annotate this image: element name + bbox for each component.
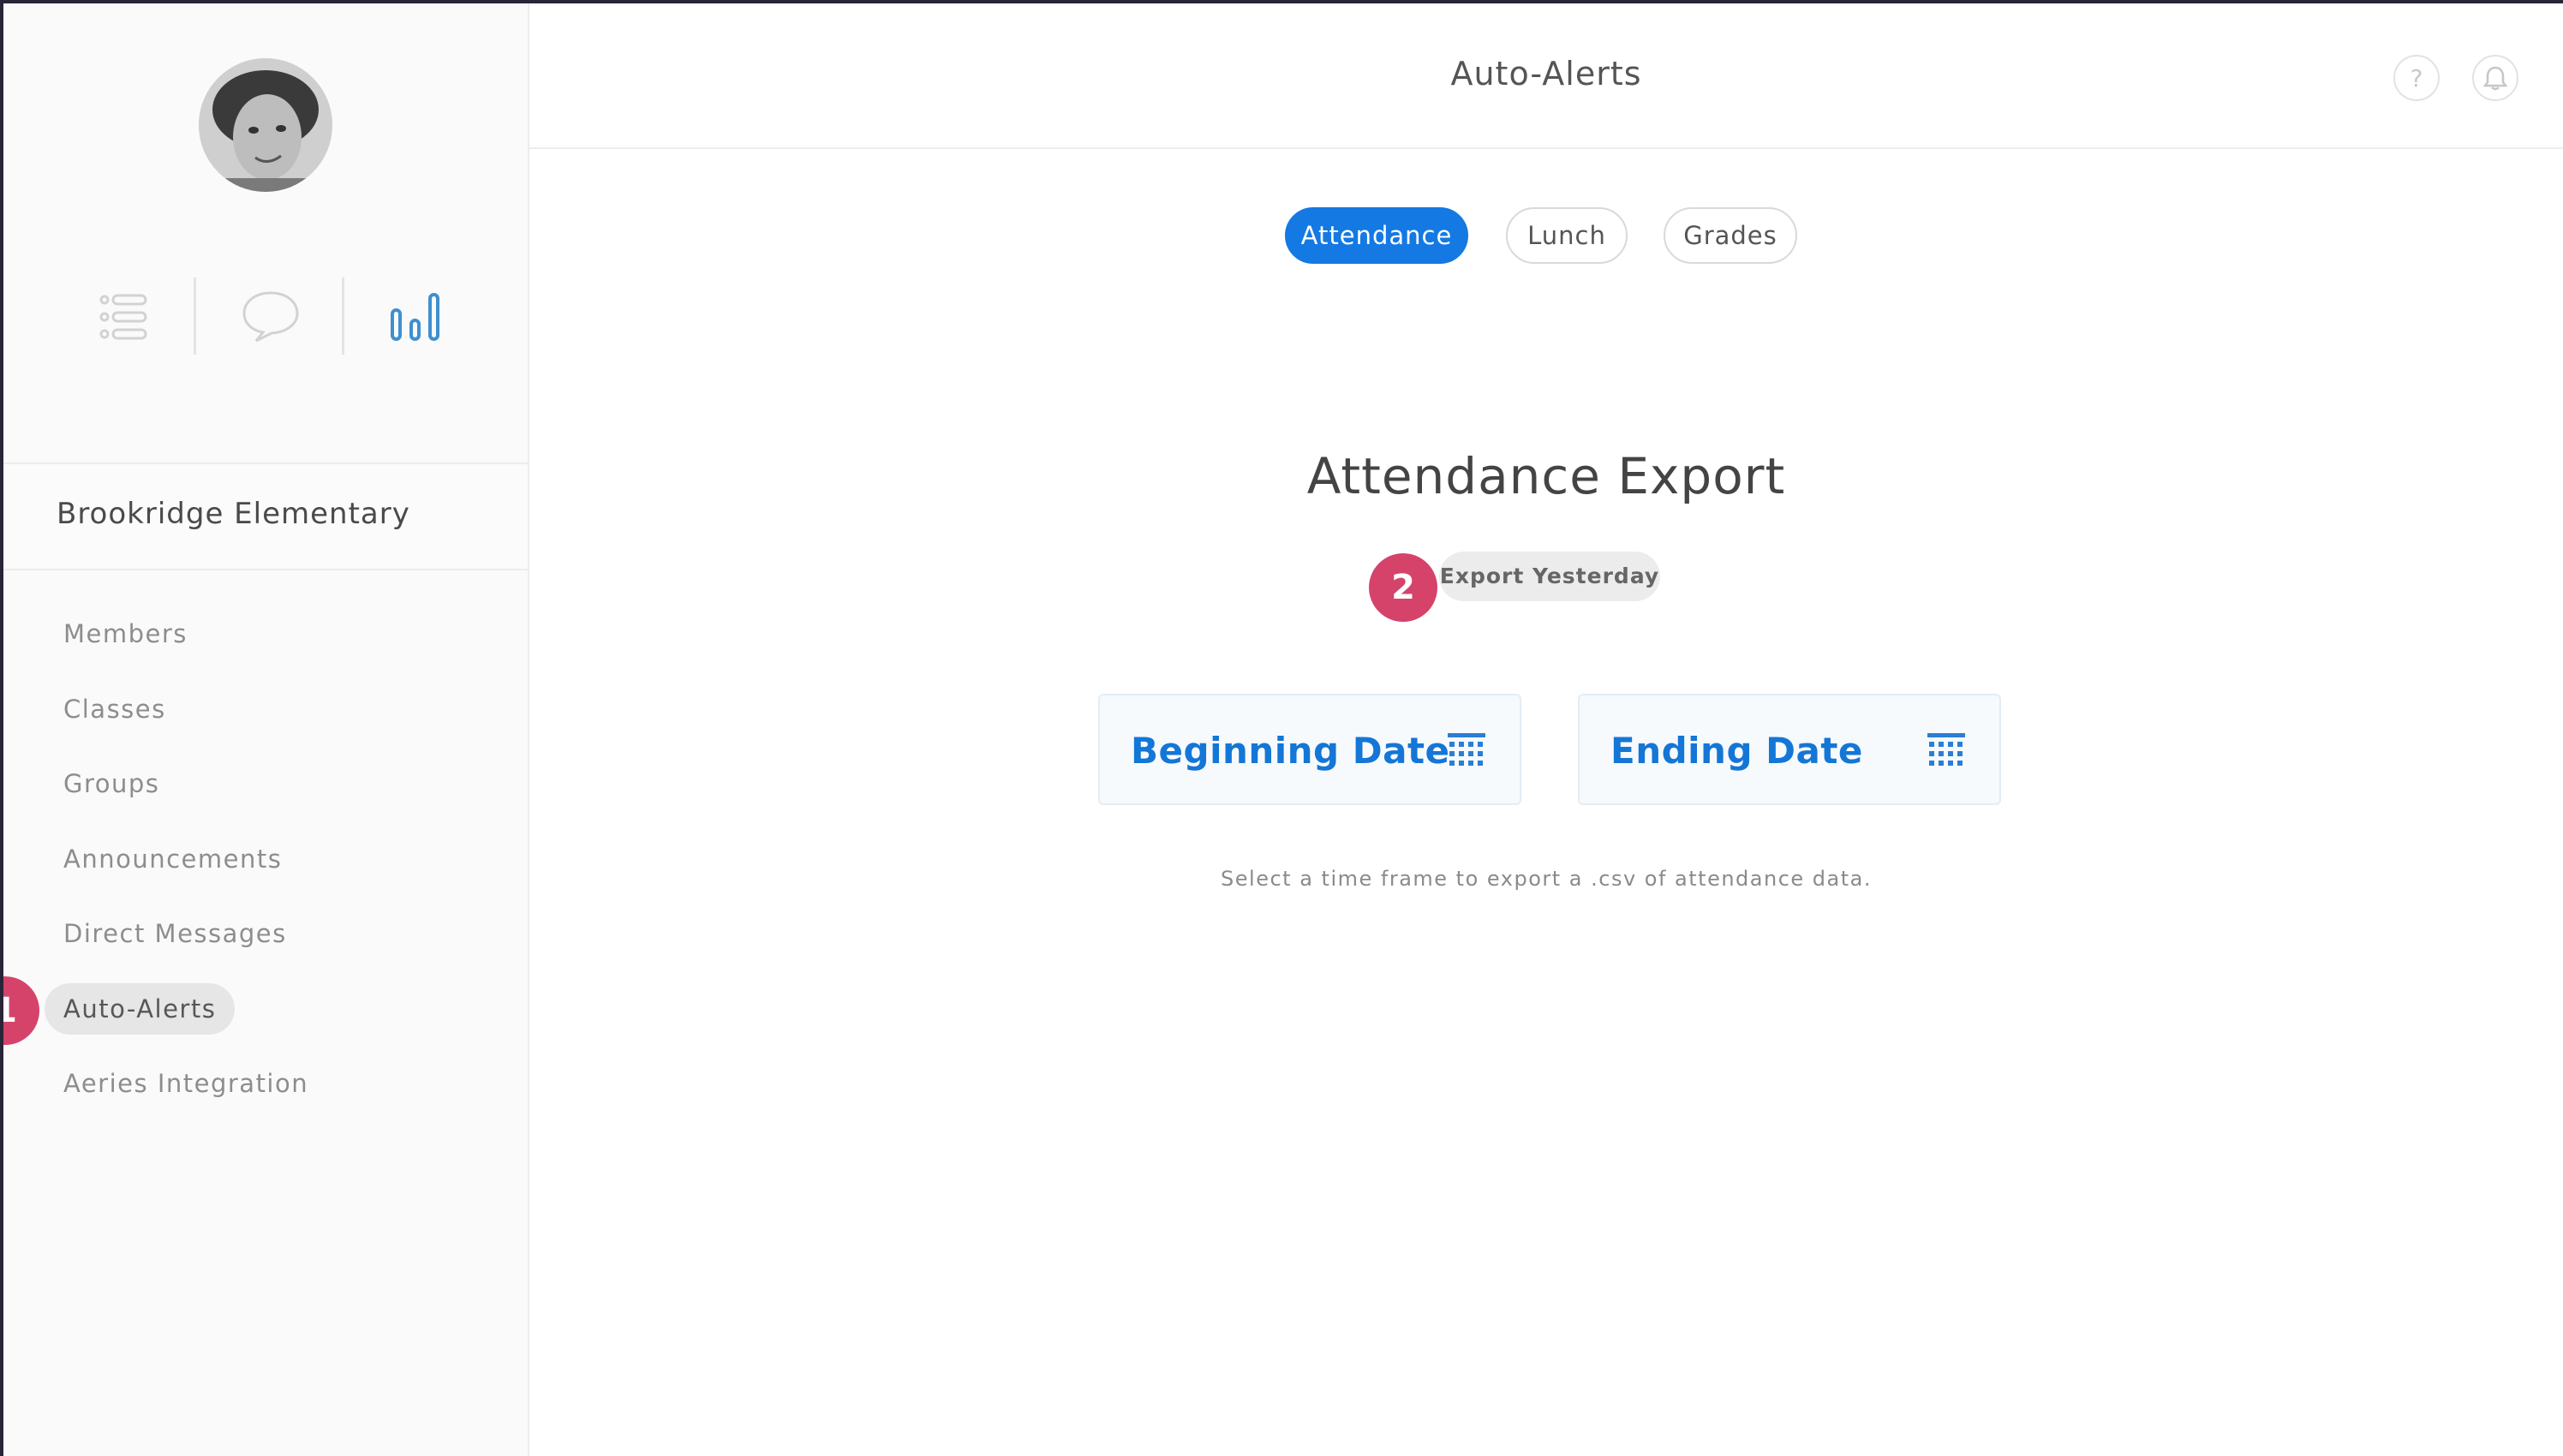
tab-grades[interactable]: Grades [1664, 207, 1797, 264]
avatar[interactable] [199, 58, 332, 192]
view-switcher [3, 274, 529, 360]
calendar-icon[interactable] [1448, 733, 1485, 771]
beginning-date-picker[interactable]: Beginning Date [1098, 694, 1521, 805]
page-title: Auto-Alerts [1450, 55, 1642, 92]
school-header[interactable]: Brookridge Elementary [3, 462, 528, 570]
tab-attendance[interactable]: Attendance [1285, 207, 1468, 264]
sidebar-item-members[interactable]: Members [45, 608, 206, 659]
help-button[interactable]: ? [2393, 55, 2440, 101]
sidebar-item-direct-messages[interactable]: Direct Messages [45, 908, 306, 959]
top-bar: Auto-Alerts ? [529, 3, 2563, 149]
list-icon[interactable] [72, 274, 175, 360]
tab-lunch[interactable]: Lunch [1506, 207, 1628, 264]
export-yesterday-button[interactable]: Export Yesterday [1439, 552, 1660, 601]
question-icon: ? [2410, 63, 2423, 92]
export-hint-text: Select a time frame to export a .csv of … [1221, 867, 1872, 891]
divider [194, 277, 196, 355]
chat-icon[interactable] [219, 274, 322, 360]
school-name: Brookridge Elementary [57, 497, 410, 531]
notifications-button[interactable] [2472, 55, 2518, 101]
category-tabs: Attendance Lunch Grades [3, 207, 2563, 264]
app-window: Brookridge Elementary Members Classes Gr… [3, 3, 2563, 1456]
calendar-icon[interactable] [1927, 733, 1965, 771]
sidebar-item-groups[interactable]: Groups [45, 758, 178, 809]
divider [342, 277, 344, 355]
sidebar-item-aeries-integration[interactable]: Aeries Integration [45, 1058, 327, 1109]
ending-date-picker[interactable]: Ending Date [1578, 694, 2001, 805]
sidebar-item-auto-alerts[interactable]: Auto-Alerts [45, 983, 236, 1035]
beginning-date-label: Beginning Date [1131, 730, 1450, 772]
ending-date-label: Ending Date [1610, 730, 1863, 772]
bar-chart-icon[interactable] [365, 274, 468, 360]
section-title: Attendance Export [1306, 447, 1786, 505]
bell-icon [2483, 66, 2507, 91]
step-marker-2: 2 [1369, 553, 1437, 622]
sidebar-item-classes[interactable]: Classes [45, 683, 185, 735]
sidebar-item-announcements[interactable]: Announcements [45, 833, 301, 885]
